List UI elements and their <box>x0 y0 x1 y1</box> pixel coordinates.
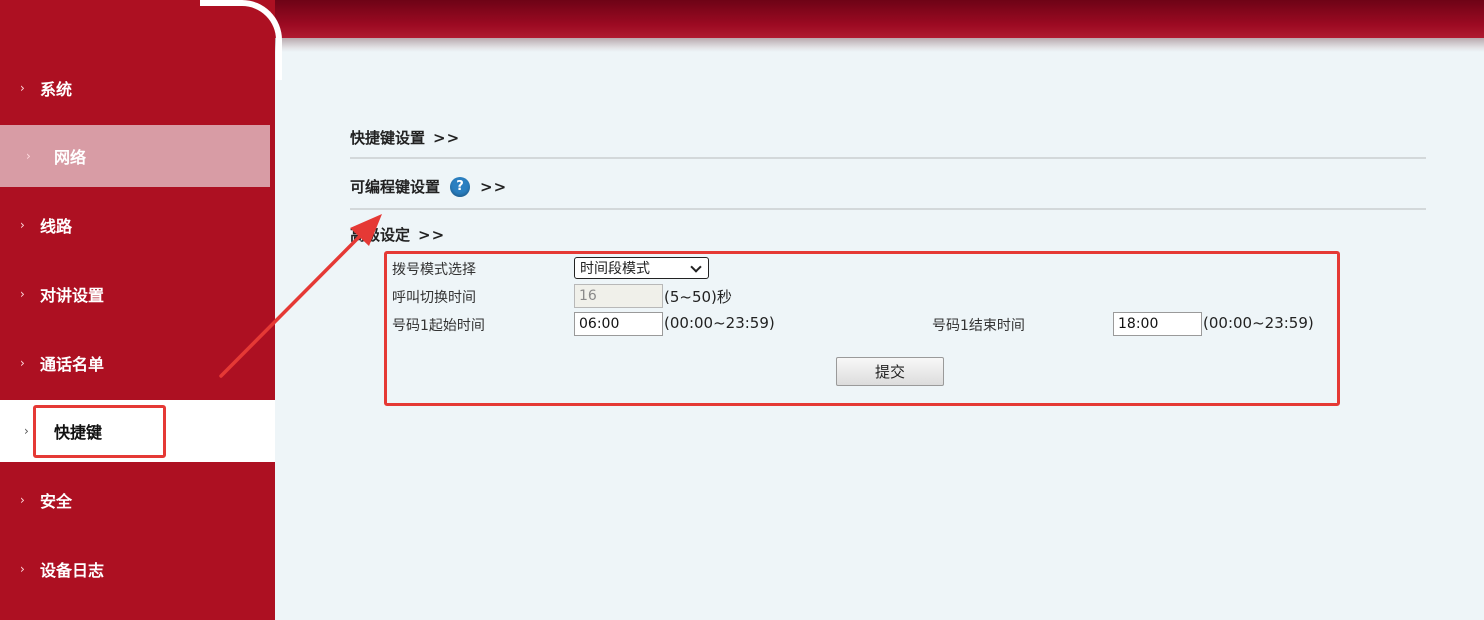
call-switch-input[interactable] <box>574 284 663 308</box>
end-time-input[interactable] <box>1113 312 1202 336</box>
chevron-right-icon: › <box>20 218 25 232</box>
section-shortcut-settings[interactable]: 快捷键设置 >> <box>350 127 460 148</box>
sidebar-item-system[interactable]: › 系统 <box>0 57 270 119</box>
chevron-right-icon: › <box>20 562 25 576</box>
chevron-right-icon: › <box>20 287 25 301</box>
chevron-right-icon: › <box>20 356 25 370</box>
chevron-right-icon: › <box>20 81 25 95</box>
call-switch-label: 呼叫切换时间 <box>392 290 476 306</box>
expand-arrows: >> <box>433 128 461 147</box>
sidebar-item-intercom[interactable]: › 对讲设置 <box>0 263 270 325</box>
sidebar-item-label: 通话名单 <box>40 355 105 374</box>
chevron-right-icon: › <box>26 149 31 163</box>
divider <box>350 208 1426 210</box>
start-time-input[interactable] <box>574 312 663 336</box>
start-time-hint: (00:00~23:59) <box>664 314 775 332</box>
annotation-highlight-sidebar <box>33 405 166 458</box>
start-time-label: 号码1起始时间 <box>392 318 485 334</box>
help-icon[interactable]: ? <box>450 176 471 197</box>
sidebar-item-label: 对讲设置 <box>40 286 105 305</box>
chevron-right-icon: › <box>20 493 25 507</box>
end-time-label: 号码1结束时间 <box>932 318 1025 334</box>
top-banner-shadow <box>260 38 1484 52</box>
chevron-down-icon <box>690 261 702 273</box>
sidebar-item-device-log[interactable]: › 设备日志 <box>0 538 270 600</box>
call-switch-hint: (5~50)秒 <box>664 288 732 306</box>
section-advanced-settings[interactable]: 高级设定 >> <box>350 224 445 245</box>
sidebar-item-call-list[interactable]: › 通话名单 <box>0 332 270 394</box>
section-title: 可编程键设置 <box>350 178 441 196</box>
sidebar-item-security[interactable]: › 安全 <box>0 469 270 531</box>
dial-mode-select[interactable]: 时间段模式 <box>574 257 709 279</box>
expand-arrows: >> <box>418 225 446 244</box>
section-title: 高级设定 <box>350 226 411 244</box>
section-programmable-keys[interactable]: 可编程键设置 ? >> <box>350 176 507 197</box>
sidebar-item-label: 网络 <box>54 148 87 167</box>
top-banner <box>260 0 1484 38</box>
sidebar: › 系统 › 网络 › 线路 › 对讲设置 › 通话名单 › 快捷键 › 安全 … <box>0 0 282 620</box>
sidebar-item-label: 系统 <box>40 80 73 99</box>
sidebar-item-label: 线路 <box>40 217 73 236</box>
sidebar-item-label: 安全 <box>40 492 73 511</box>
sidebar-item-network[interactable]: › 网络 <box>0 125 270 187</box>
expand-arrows: >> <box>480 177 508 196</box>
dial-mode-label: 拨号模式选择 <box>392 262 476 278</box>
dial-mode-value: 时间段模式 <box>580 261 650 277</box>
sidebar-item-label: 设备日志 <box>40 561 105 580</box>
sidebar-item-line[interactable]: › 线路 <box>0 194 270 256</box>
divider <box>350 157 1426 159</box>
submit-button[interactable]: 提交 <box>836 357 944 386</box>
section-title: 快捷键设置 <box>350 129 426 147</box>
end-time-hint: (00:00~23:59) <box>1203 314 1314 332</box>
